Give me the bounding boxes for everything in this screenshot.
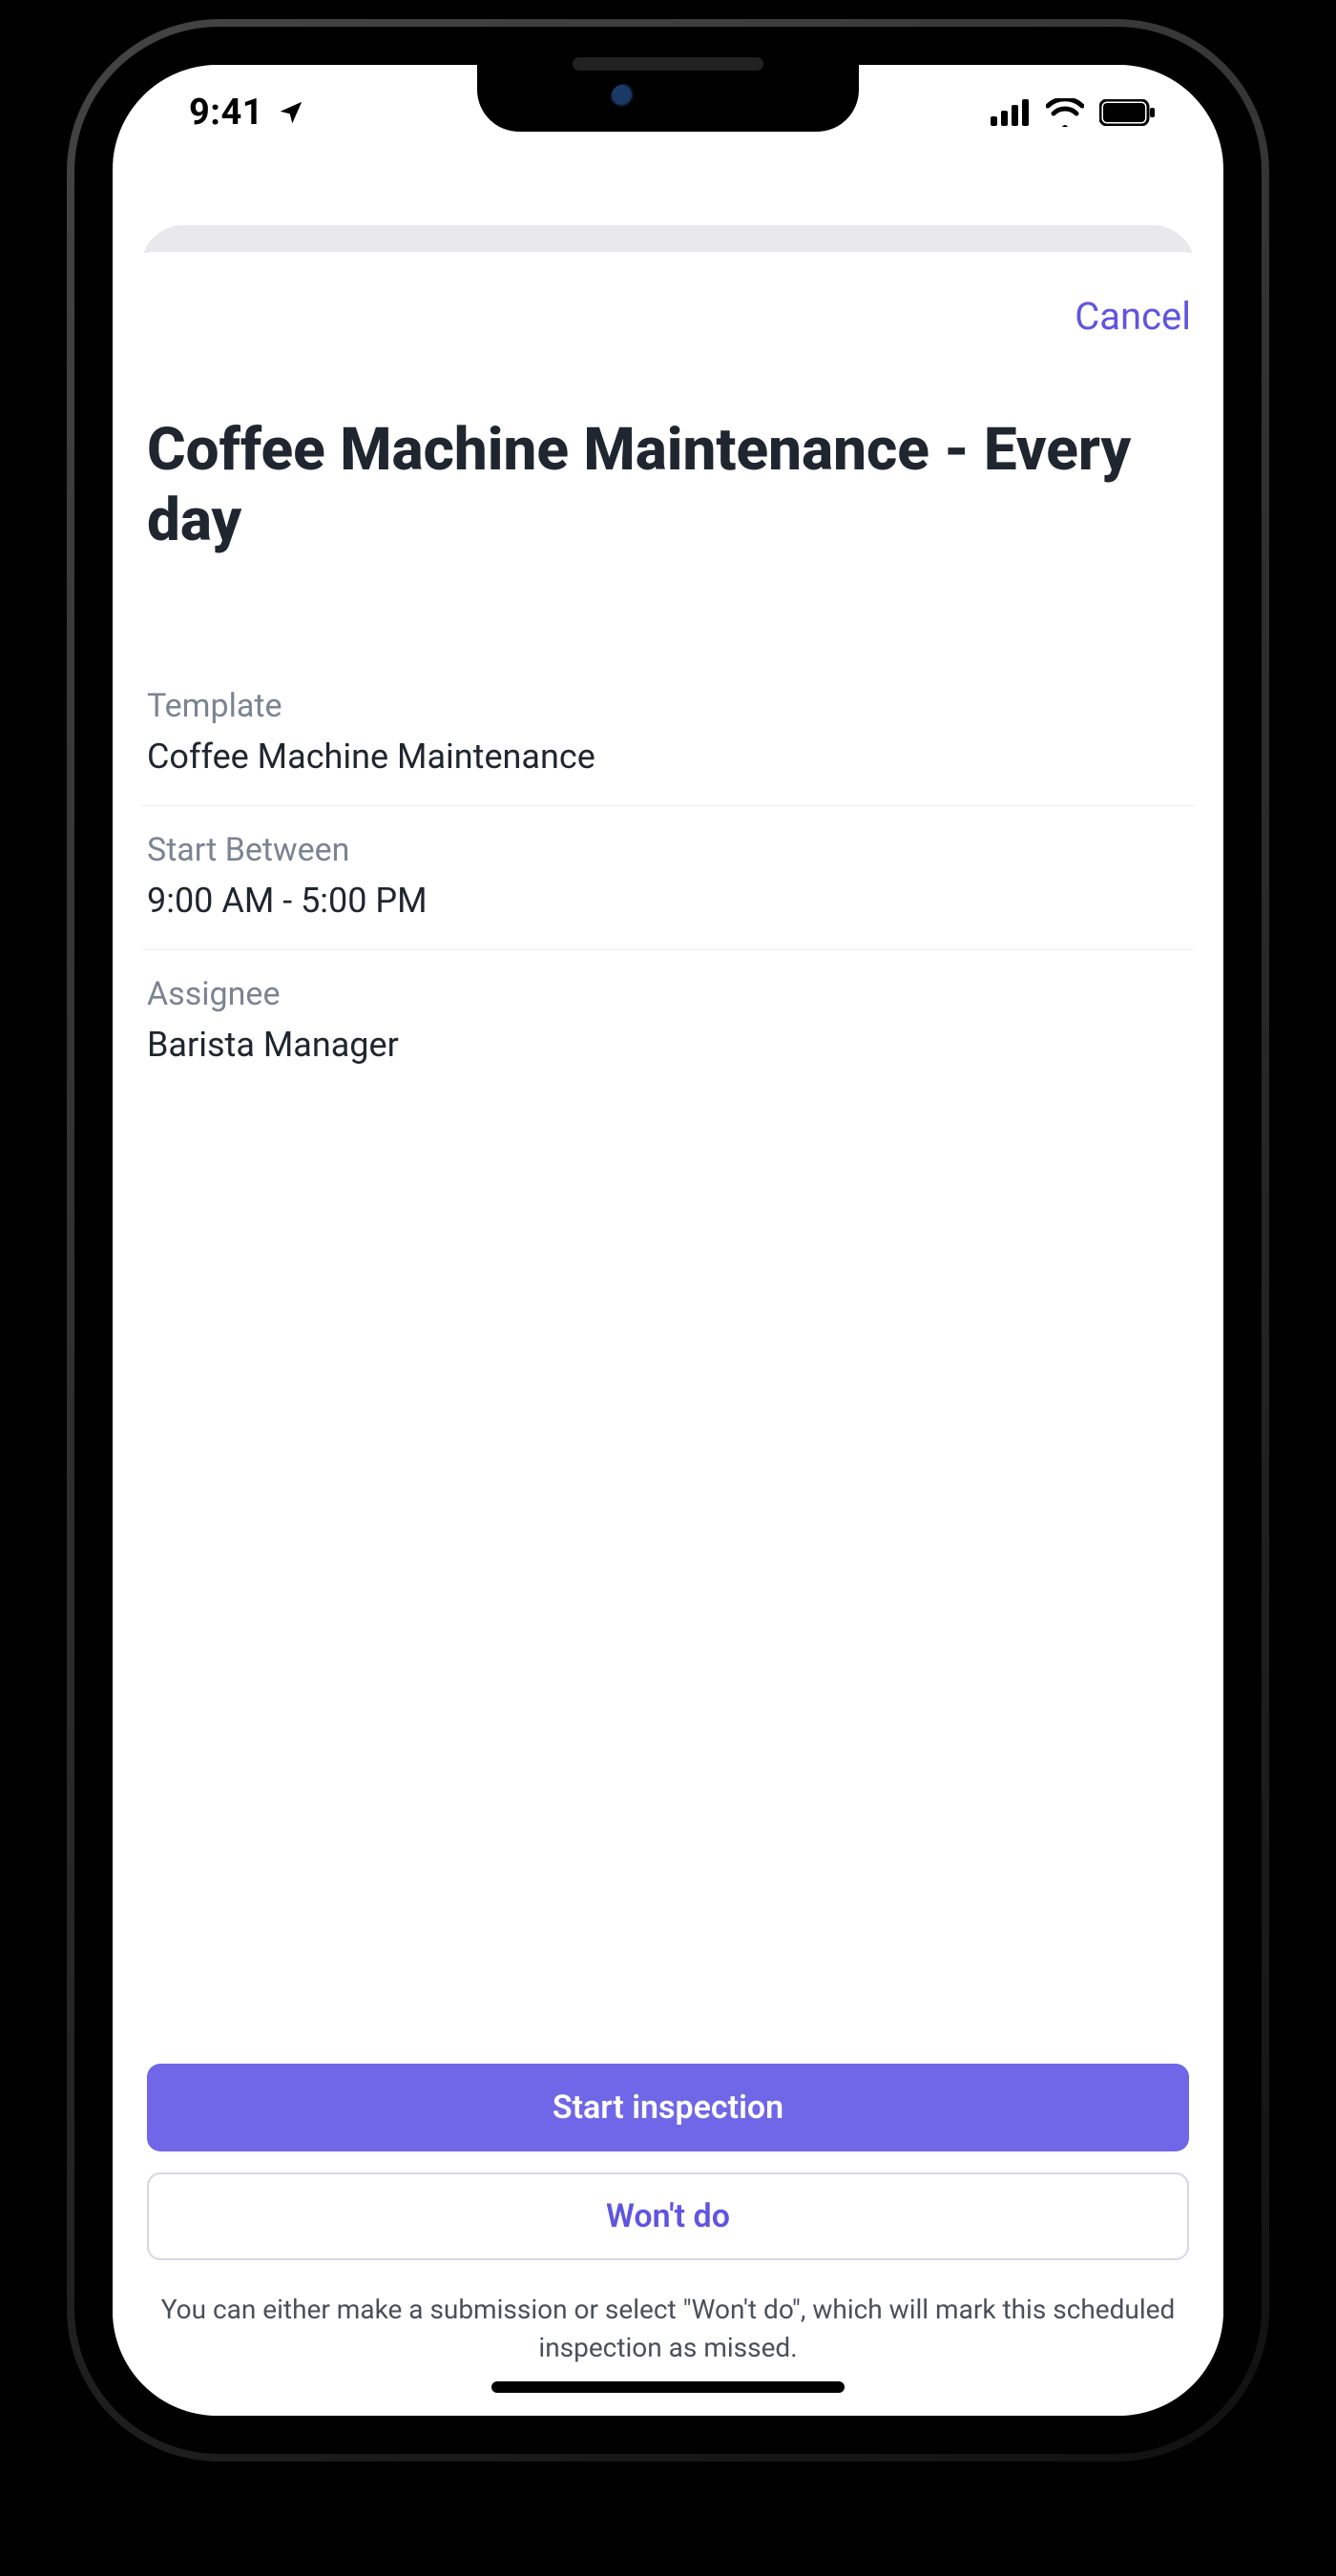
cellular-icon bbox=[991, 99, 1031, 126]
sheet-title: Coffee Machine Maintenance - Every day bbox=[141, 339, 1195, 557]
spacer bbox=[141, 1093, 1195, 2064]
footnote-text: You can either make a submission or sele… bbox=[141, 2260, 1195, 2368]
front-camera bbox=[611, 84, 637, 111]
field-label: Start Between bbox=[147, 831, 1189, 869]
sheet-header: Cancel bbox=[141, 279, 1195, 339]
status-bar-left: 9:41 bbox=[170, 92, 305, 134]
field-value: 9:00 AM - 5:00 PM bbox=[147, 881, 1189, 921]
wont-do-button[interactable]: Won't do bbox=[147, 2172, 1189, 2260]
notch bbox=[477, 65, 859, 132]
phone-frame: 9:41 bbox=[67, 19, 1269, 2462]
field-label: Assignee bbox=[147, 975, 1189, 1013]
inspection-sheet: Cancel Coffee Machine Maintenance - Ever… bbox=[113, 252, 1223, 2416]
field-value: Barista Manager bbox=[147, 1025, 1189, 1065]
battery-icon bbox=[1099, 99, 1157, 126]
field-label: Template bbox=[147, 687, 1189, 725]
field-start-between: Start Between 9:00 AM - 5:00 PM bbox=[141, 806, 1195, 950]
screen: 9:41 bbox=[113, 65, 1223, 2416]
location-arrow-icon bbox=[277, 98, 305, 127]
home-indicator[interactable] bbox=[491, 2381, 845, 2393]
cancel-button[interactable]: Cancel bbox=[1075, 294, 1191, 339]
field-template: Template Coffee Machine Maintenance bbox=[141, 662, 1195, 806]
status-bar-right bbox=[991, 98, 1166, 127]
status-time: 9:41 bbox=[189, 92, 263, 134]
field-value: Coffee Machine Maintenance bbox=[147, 737, 1189, 777]
start-inspection-button[interactable]: Start inspection bbox=[147, 2064, 1189, 2151]
field-assignee: Assignee Barista Manager bbox=[141, 950, 1195, 1093]
phone-bezel: 9:41 bbox=[74, 27, 1262, 2454]
fields-list: Template Coffee Machine Maintenance Star… bbox=[141, 662, 1195, 1093]
wifi-icon bbox=[1046, 98, 1084, 127]
speaker-slit bbox=[573, 57, 763, 71]
